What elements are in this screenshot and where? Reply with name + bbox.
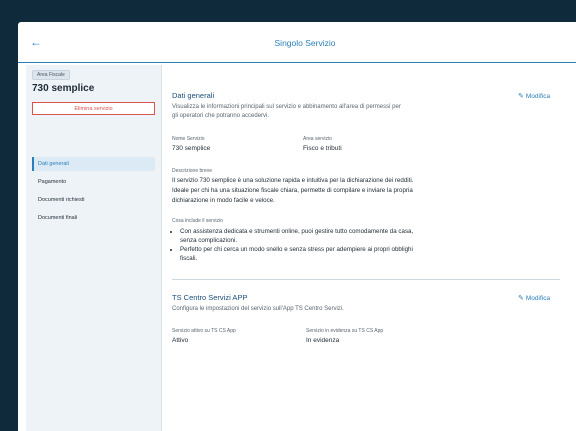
includes-list: Con assistenza dedicata e strumenti onli… — [166, 227, 450, 263]
name-value: 730 semplice — [172, 145, 211, 152]
edit-icon: ✎ — [518, 295, 524, 302]
sidebar: Area Fiscale 730 semplice Elimina serviz… — [26, 65, 162, 431]
service-title: 730 semplice — [32, 83, 95, 94]
app-window: ← Singolo Servizio Area Fiscale 730 semp… — [18, 22, 576, 431]
description-line1: Il servizio 730 semplice è una soluzione… — [172, 177, 414, 184]
sidebar-item-pagamento[interactable]: Pagamento — [32, 175, 155, 189]
featured-value: In evidenza — [306, 337, 340, 344]
header-bar: ← Singolo Servizio — [18, 22, 576, 63]
section-divider — [172, 279, 560, 280]
page-title: Singolo Servizio — [274, 38, 336, 48]
sidebar-item-documenti-richiesti[interactable]: Documenti richiesti — [32, 193, 155, 207]
app-section-title: TS Centro Servizi APP — [172, 293, 248, 302]
bullet2-line1: Perfetto per chi cerca un modo snello e … — [180, 246, 413, 253]
general-section-title: Dati generali — [172, 91, 215, 100]
description-line2: Ideale per chi ha una situazione fiscale… — [172, 187, 413, 194]
general-subtitle-line2: gli operatori che potranno accedervi. — [172, 113, 270, 119]
area-label: Area servizio — [303, 136, 332, 142]
sidebar-item-dati-generali[interactable]: Dati generali — [32, 157, 155, 171]
app-subtitle: Configura le impostazioni del servizio s… — [172, 306, 344, 312]
general-subtitle-line1: Visualizza le informazioni principali su… — [172, 104, 401, 110]
area-badge: Area Fiscale — [32, 70, 70, 80]
description-line3: dichiarazione in modo facile e veloce. — [172, 197, 275, 204]
active-label: Servizio attivo su TS CS App — [172, 328, 236, 334]
bullet1-line1: Con assistenza dedicata e strumenti onli… — [180, 228, 414, 235]
sidebar-nav: Dati generali Pagamento Documenti richie… — [32, 157, 155, 229]
edit-app-label: Modifica — [525, 295, 551, 302]
bullet1-line2: senza complicazioni. — [180, 237, 238, 244]
description-label: Descrizione breve — [172, 168, 213, 174]
edit-general-link[interactable]: ✎ Modifica — [518, 92, 550, 100]
name-label: Nome Servizio — [172, 136, 205, 142]
sidebar-item-documenti-finali[interactable]: Documenti finali — [32, 211, 155, 225]
bullet2-line2: fiscali. — [180, 255, 198, 262]
active-value: Attivo — [172, 337, 189, 344]
includes-label: Cosa include il servizio — [172, 218, 223, 224]
list-item: Con assistenza dedicata e strumenti onli… — [180, 227, 450, 245]
main-content: Dati generali ✎ Modifica Visualizza le in… — [170, 65, 560, 431]
list-item: Perfetto per chi cerca un modo snello e … — [180, 245, 450, 263]
edit-app-link[interactable]: ✎ Modifica — [518, 294, 550, 302]
featured-label: Servizio in evidenza su TS CS App — [306, 328, 384, 334]
delete-service-button[interactable]: Elimina servizio — [32, 102, 155, 115]
edit-general-label: Modifica — [525, 93, 551, 100]
area-value: Fisco e tributi — [303, 145, 342, 152]
edit-icon: ✎ — [518, 93, 524, 100]
